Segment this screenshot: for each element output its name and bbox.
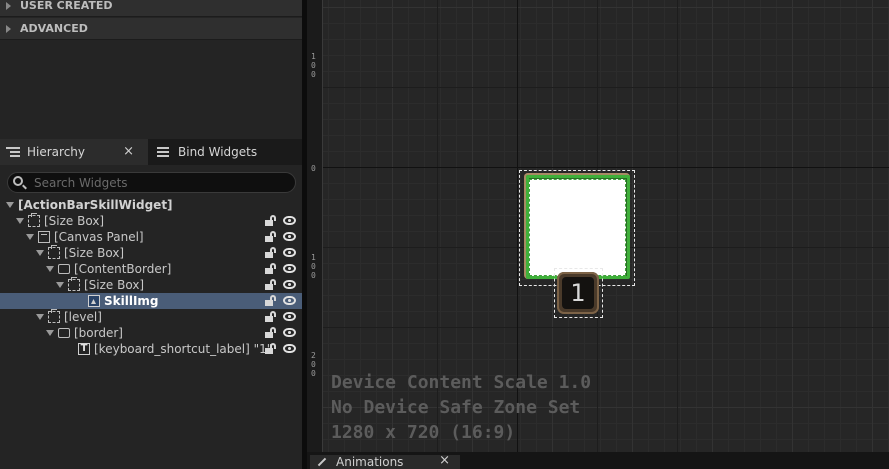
device-content-scale: Device Content Scale 1.0 [331, 372, 592, 393]
tree-row-label: [ContentBorder] [74, 262, 172, 276]
tree-row-label: [Size Box] [84, 278, 145, 292]
ruler-label: 0 [311, 164, 316, 173]
unlock-icon[interactable] [265, 279, 277, 291]
expand-arrow-icon[interactable] [46, 330, 54, 336]
tree-row-label: [level] [64, 310, 102, 324]
category-label: USER CREATED [20, 0, 113, 12]
pencil-icon [316, 457, 326, 467]
ruler-label: 100 [311, 253, 316, 280]
safe-zone-info: No Device Safe Zone Set [331, 397, 581, 418]
tree-row-label: [border] [74, 326, 123, 340]
tree-row[interactable]: [ContentBorder] [0, 261, 302, 277]
tree-row[interactable]: [Size Box] [0, 213, 302, 229]
vertical-ruler: 100 0 100 200 [307, 0, 323, 452]
eye-icon[interactable] [283, 264, 296, 273]
device-info-overlay: Device Content Scale 1.0 No Device Safe … [331, 370, 591, 445]
expand-arrow-icon[interactable] [46, 266, 54, 272]
tree-row[interactable]: [border] [0, 325, 302, 341]
unlock-icon[interactable] [265, 263, 277, 275]
text-icon: T [78, 343, 90, 355]
eye-icon[interactable] [283, 328, 296, 337]
border-icon [58, 264, 70, 274]
tab-animations[interactable]: Animations × [310, 453, 460, 469]
search-icon [13, 175, 27, 190]
close-icon[interactable]: × [123, 144, 134, 159]
tab-bind-widgets[interactable]: Bind Widgets [151, 139, 302, 165]
resolution-info: 1280 x 720 (16:9) [331, 422, 516, 443]
eye-icon[interactable] [283, 344, 296, 353]
keyboard-shortcut-label[interactable]: 1 [562, 277, 594, 309]
tab-hierarchy[interactable]: Hierarchy × [0, 139, 148, 165]
tab-animations-label: Animations [336, 455, 404, 469]
designer-canvas[interactable]: 100 0 100 200 1 Device Content Scale 1.0… [307, 0, 889, 452]
tree-row[interactable]: SkillImg [0, 293, 302, 309]
widget-hierarchy-tree: [ActionBarSkillWidget] [Size Box] [Canvas … [0, 197, 302, 357]
border-icon [58, 328, 70, 338]
canvas-panel-icon [38, 231, 50, 243]
tree-row-label: [Canvas Panel] [54, 230, 144, 244]
tree-row[interactable]: T [keyboard_shortcut_label] "1" [0, 341, 302, 357]
animations-panel-bar: Animations × [307, 452, 889, 469]
grid-guide [323, 87, 889, 88]
unlock-icon[interactable] [265, 327, 277, 339]
expand-arrow-icon[interactable] [56, 282, 64, 288]
tree-row-label: SkillImg [104, 294, 159, 308]
bind-widgets-icon [157, 146, 171, 158]
unlock-icon[interactable] [265, 247, 277, 259]
ruler-label: 100 [311, 52, 316, 79]
palette-category-advanced[interactable]: ADVANCED [0, 18, 302, 40]
expand-arrow-icon[interactable] [6, 202, 14, 208]
unlock-icon[interactable] [265, 215, 277, 227]
collapsed-arrow-icon [6, 24, 11, 33]
left-panel: USER CREATED ADVANCED Hierarchy × Bind W… [0, 0, 302, 469]
unlock-icon[interactable] [265, 231, 277, 243]
search-input[interactable] [34, 175, 274, 190]
skill-image[interactable] [529, 179, 626, 276]
expand-arrow-icon[interactable] [36, 250, 44, 256]
ruler-label: 200 [311, 351, 316, 378]
tree-row[interactable]: [level] [0, 309, 302, 325]
image-icon [88, 295, 100, 307]
hierarchy-icon [6, 146, 20, 158]
eye-icon[interactable] [283, 248, 296, 257]
tree-row[interactable]: [Size Box] [0, 245, 302, 261]
grid-guide [323, 327, 889, 328]
expand-arrow-icon[interactable] [16, 218, 24, 224]
eye-icon[interactable] [283, 216, 296, 225]
tree-row[interactable]: [Canvas Panel] [0, 229, 302, 245]
tree-row-label: [keyboard_shortcut_label] "1" [94, 342, 273, 356]
palette-category-user-created[interactable]: USER CREATED [0, 0, 302, 17]
unlock-icon[interactable] [265, 295, 277, 307]
grid-guide [677, 0, 678, 452]
eye-icon[interactable] [283, 296, 296, 305]
eye-icon[interactable] [283, 312, 296, 321]
tree-row-label: [Size Box] [44, 214, 105, 228]
size-box-icon [48, 245, 60, 259]
search-widgets-field[interactable] [7, 172, 296, 193]
collapsed-arrow-icon [6, 1, 11, 10]
tree-row[interactable]: [Size Box] [0, 277, 302, 293]
tree-row[interactable]: [ActionBarSkillWidget] [0, 197, 302, 213]
expand-arrow-icon[interactable] [36, 314, 44, 320]
size-box-icon [68, 277, 80, 291]
expand-arrow-icon[interactable] [26, 234, 34, 240]
size-box-icon [48, 309, 60, 323]
tree-row-label: [ActionBarSkillWidget] [18, 198, 173, 212]
origin-axis-horizontal [323, 167, 889, 168]
tree-row-label: [Size Box] [64, 246, 125, 260]
tab-hierarchy-label: Hierarchy [27, 145, 86, 159]
category-label: ADVANCED [20, 22, 88, 35]
close-icon[interactable]: × [439, 453, 450, 468]
size-box-icon [28, 213, 40, 227]
unlock-icon[interactable] [265, 311, 277, 323]
unlock-icon[interactable] [265, 343, 277, 355]
eye-icon[interactable] [283, 232, 296, 241]
eye-icon[interactable] [283, 280, 296, 289]
hierarchy-tab-bar: Hierarchy × Bind Widgets [0, 139, 302, 165]
tab-bind-widgets-label: Bind Widgets [178, 145, 258, 159]
